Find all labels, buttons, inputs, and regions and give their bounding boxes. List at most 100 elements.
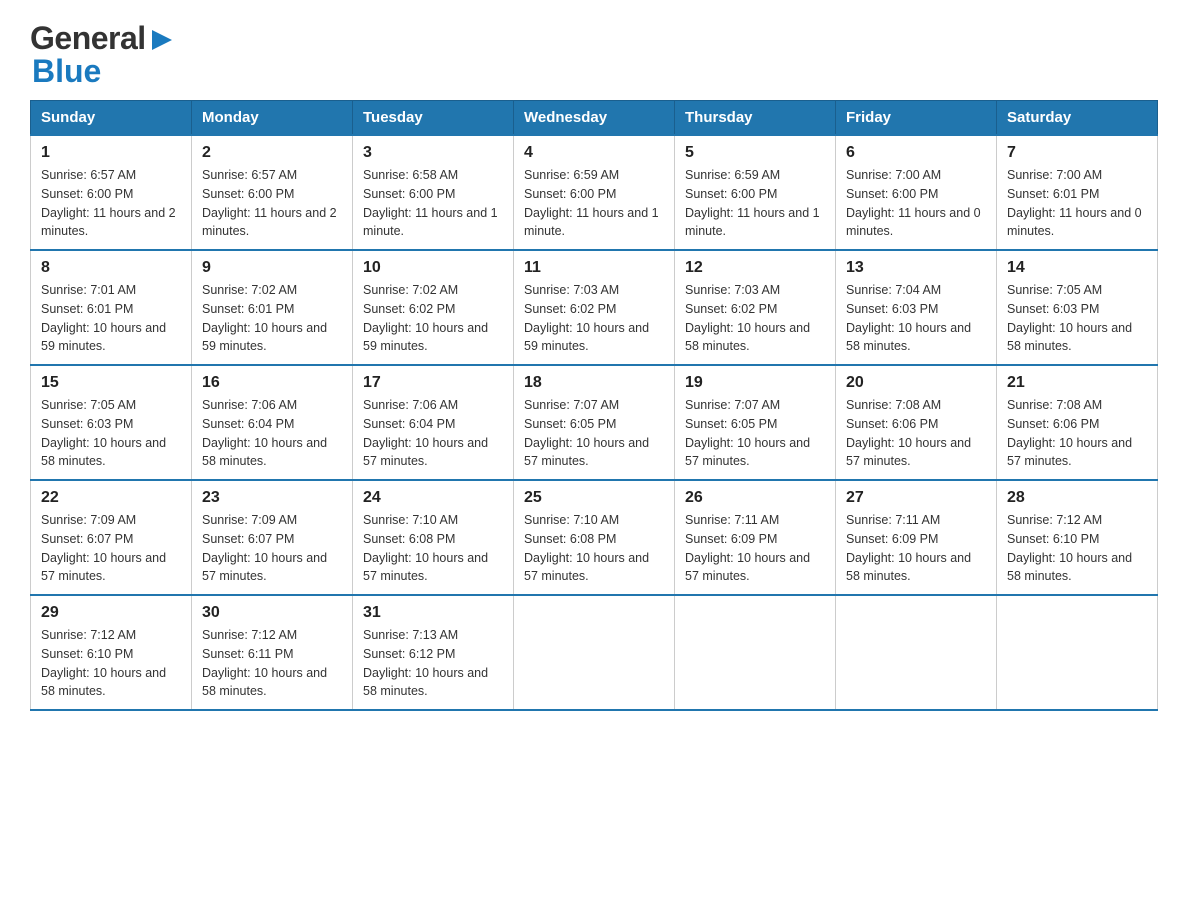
day-number: 17 bbox=[363, 374, 503, 392]
calendar-cell: 26 Sunrise: 7:11 AMSunset: 6:09 PMDayligh… bbox=[675, 480, 836, 595]
weekday-header: Wednesday bbox=[514, 101, 675, 136]
day-info: Sunrise: 7:10 AMSunset: 6:08 PMDaylight:… bbox=[363, 511, 503, 586]
calendar-cell: 24 Sunrise: 7:10 AMSunset: 6:08 PMDayligh… bbox=[353, 480, 514, 595]
day-info: Sunrise: 7:00 AMSunset: 6:00 PMDaylight:… bbox=[846, 166, 986, 241]
calendar-cell: 15 Sunrise: 7:05 AMSunset: 6:03 PMDayligh… bbox=[31, 365, 192, 480]
calendar-cell: 12 Sunrise: 7:03 AMSunset: 6:02 PMDayligh… bbox=[675, 250, 836, 365]
calendar-cell: 28 Sunrise: 7:12 AMSunset: 6:10 PMDayligh… bbox=[997, 480, 1158, 595]
weekday-header: Monday bbox=[192, 101, 353, 136]
day-info: Sunrise: 6:57 AMSunset: 6:00 PMDaylight:… bbox=[202, 166, 342, 241]
calendar-cell: 11 Sunrise: 7:03 AMSunset: 6:02 PMDayligh… bbox=[514, 250, 675, 365]
calendar-cell: 10 Sunrise: 7:02 AMSunset: 6:02 PMDayligh… bbox=[353, 250, 514, 365]
calendar-cell: 7Sunrise: 7:00 AMSunset: 6:01 PMDaylight… bbox=[997, 135, 1158, 250]
calendar-cell: 20 Sunrise: 7:08 AMSunset: 6:06 PMDayligh… bbox=[836, 365, 997, 480]
calendar-row: 1 Sunrise: 6:57 AMSunset: 6:00 PMDaylight… bbox=[31, 135, 1158, 250]
calendar-row: 8Sunrise: 7:01 AMSunset: 6:01 PMDaylight… bbox=[31, 250, 1158, 365]
weekday-header: Friday bbox=[836, 101, 997, 136]
calendar-cell: 29 Sunrise: 7:12 AMSunset: 6:10 PMDayligh… bbox=[31, 595, 192, 710]
logo-blue-text: Blue bbox=[32, 53, 101, 89]
day-number: 18 bbox=[524, 374, 664, 392]
day-number: 23 bbox=[202, 489, 342, 507]
calendar-row: 22 Sunrise: 7:09 AMSunset: 6:07 PMDayligh… bbox=[31, 480, 1158, 595]
calendar-cell: 8Sunrise: 7:01 AMSunset: 6:01 PMDaylight… bbox=[31, 250, 192, 365]
day-info: Sunrise: 7:02 AMSunset: 6:02 PMDaylight:… bbox=[363, 281, 503, 356]
day-number: 5 bbox=[685, 144, 825, 162]
calendar-cell: 16 Sunrise: 7:06 AMSunset: 6:04 PMDayligh… bbox=[192, 365, 353, 480]
calendar-cell: 2Sunrise: 6:57 AMSunset: 6:00 PMDaylight… bbox=[192, 135, 353, 250]
day-number: 10 bbox=[363, 259, 503, 277]
calendar-cell: 19Sunrise: 7:07 AMSunset: 6:05 PMDayligh… bbox=[675, 365, 836, 480]
logo-general-text: General bbox=[30, 20, 146, 57]
calendar-cell: 27Sunrise: 7:11 AMSunset: 6:09 PMDayligh… bbox=[836, 480, 997, 595]
weekday-header: Thursday bbox=[675, 101, 836, 136]
day-info: Sunrise: 7:11 AMSunset: 6:09 PMDaylight:… bbox=[685, 511, 825, 586]
day-info: Sunrise: 7:12 AMSunset: 6:11 PMDaylight:… bbox=[202, 626, 342, 701]
calendar-cell: 17 Sunrise: 7:06 AMSunset: 6:04 PMDayligh… bbox=[353, 365, 514, 480]
calendar-cell: 4 Sunrise: 6:59 AMSunset: 6:00 PMDaylight… bbox=[514, 135, 675, 250]
day-info: Sunrise: 7:02 AMSunset: 6:01 PMDaylight:… bbox=[202, 281, 342, 356]
calendar-cell: 21 Sunrise: 7:08 AMSunset: 6:06 PMDayligh… bbox=[997, 365, 1158, 480]
calendar-cell: 13Sunrise: 7:04 AMSunset: 6:03 PMDayligh… bbox=[836, 250, 997, 365]
day-info: Sunrise: 6:59 AMSunset: 6:00 PMDaylight:… bbox=[685, 166, 825, 241]
calendar-cell: 22 Sunrise: 7:09 AMSunset: 6:07 PMDayligh… bbox=[31, 480, 192, 595]
calendar-cell: 3 Sunrise: 6:58 AMSunset: 6:00 PMDaylight… bbox=[353, 135, 514, 250]
day-info: Sunrise: 6:59 AMSunset: 6:00 PMDaylight:… bbox=[524, 166, 664, 241]
day-info: Sunrise: 7:09 AMSunset: 6:07 PMDaylight:… bbox=[41, 511, 181, 586]
day-info: Sunrise: 7:05 AMSunset: 6:03 PMDaylight:… bbox=[1007, 281, 1147, 356]
day-info: Sunrise: 7:12 AMSunset: 6:10 PMDaylight:… bbox=[41, 626, 181, 701]
day-number: 3 bbox=[363, 144, 503, 162]
day-info: Sunrise: 7:00 AMSunset: 6:01 PMDaylight:… bbox=[1007, 166, 1147, 241]
day-number: 16 bbox=[202, 374, 342, 392]
day-info: Sunrise: 7:12 AMSunset: 6:10 PMDaylight:… bbox=[1007, 511, 1147, 586]
day-number: 12 bbox=[685, 259, 825, 277]
day-number: 29 bbox=[41, 604, 181, 622]
day-info: Sunrise: 7:05 AMSunset: 6:03 PMDaylight:… bbox=[41, 396, 181, 471]
day-number: 15 bbox=[41, 374, 181, 392]
day-number: 31 bbox=[363, 604, 503, 622]
day-info: Sunrise: 7:07 AMSunset: 6:05 PMDaylight:… bbox=[524, 396, 664, 471]
logo-triangle-icon bbox=[148, 26, 176, 54]
weekday-header: Sunday bbox=[31, 101, 192, 136]
day-number: 9 bbox=[202, 259, 342, 277]
calendar-cell bbox=[514, 595, 675, 710]
page-header: General Blue bbox=[30, 20, 1158, 90]
day-info: Sunrise: 7:11 AMSunset: 6:09 PMDaylight:… bbox=[846, 511, 986, 586]
day-info: Sunrise: 7:03 AMSunset: 6:02 PMDaylight:… bbox=[524, 281, 664, 356]
calendar-cell: 1 Sunrise: 6:57 AMSunset: 6:00 PMDaylight… bbox=[31, 135, 192, 250]
calendar-cell: 5 Sunrise: 6:59 AMSunset: 6:00 PMDaylight… bbox=[675, 135, 836, 250]
day-number: 30 bbox=[202, 604, 342, 622]
day-number: 24 bbox=[363, 489, 503, 507]
day-info: Sunrise: 7:10 AMSunset: 6:08 PMDaylight:… bbox=[524, 511, 664, 586]
day-number: 26 bbox=[685, 489, 825, 507]
calendar-cell: 30 Sunrise: 7:12 AMSunset: 6:11 PMDayligh… bbox=[192, 595, 353, 710]
day-number: 22 bbox=[41, 489, 181, 507]
day-info: Sunrise: 7:08 AMSunset: 6:06 PMDaylight:… bbox=[1007, 396, 1147, 471]
day-number: 21 bbox=[1007, 374, 1147, 392]
calendar-cell: 9 Sunrise: 7:02 AMSunset: 6:01 PMDaylight… bbox=[192, 250, 353, 365]
calendar-cell: 23Sunrise: 7:09 AMSunset: 6:07 PMDayligh… bbox=[192, 480, 353, 595]
day-number: 14 bbox=[1007, 259, 1147, 277]
day-info: Sunrise: 7:13 AMSunset: 6:12 PMDaylight:… bbox=[363, 626, 503, 701]
day-info: Sunrise: 7:04 AMSunset: 6:03 PMDaylight:… bbox=[846, 281, 986, 356]
calendar-cell: 18 Sunrise: 7:07 AMSunset: 6:05 PMDayligh… bbox=[514, 365, 675, 480]
day-info: Sunrise: 7:07 AMSunset: 6:05 PMDaylight:… bbox=[685, 396, 825, 471]
day-number: 1 bbox=[41, 144, 181, 162]
day-info: Sunrise: 7:06 AMSunset: 6:04 PMDaylight:… bbox=[202, 396, 342, 471]
day-info: Sunrise: 7:08 AMSunset: 6:06 PMDaylight:… bbox=[846, 396, 986, 471]
day-number: 28 bbox=[1007, 489, 1147, 507]
calendar-row: 29 Sunrise: 7:12 AMSunset: 6:10 PMDayligh… bbox=[31, 595, 1158, 710]
day-number: 25 bbox=[524, 489, 664, 507]
calendar-cell: 31 Sunrise: 7:13 AMSunset: 6:12 PMDayligh… bbox=[353, 595, 514, 710]
calendar-cell: 25 Sunrise: 7:10 AMSunset: 6:08 PMDayligh… bbox=[514, 480, 675, 595]
day-info: Sunrise: 6:58 AMSunset: 6:00 PMDaylight:… bbox=[363, 166, 503, 241]
day-info: Sunrise: 7:03 AMSunset: 6:02 PMDaylight:… bbox=[685, 281, 825, 356]
calendar-table: SundayMondayTuesdayWednesdayThursdayFrid… bbox=[30, 100, 1158, 711]
day-info: Sunrise: 7:06 AMSunset: 6:04 PMDaylight:… bbox=[363, 396, 503, 471]
logo: General Blue bbox=[30, 20, 176, 90]
calendar-cell: 14 Sunrise: 7:05 AMSunset: 6:03 PMDayligh… bbox=[997, 250, 1158, 365]
day-number: 4 bbox=[524, 144, 664, 162]
day-info: Sunrise: 6:57 AMSunset: 6:00 PMDaylight:… bbox=[41, 166, 181, 241]
day-info: Sunrise: 7:01 AMSunset: 6:01 PMDaylight:… bbox=[41, 281, 181, 356]
day-number: 20 bbox=[846, 374, 986, 392]
day-number: 11 bbox=[524, 259, 664, 277]
